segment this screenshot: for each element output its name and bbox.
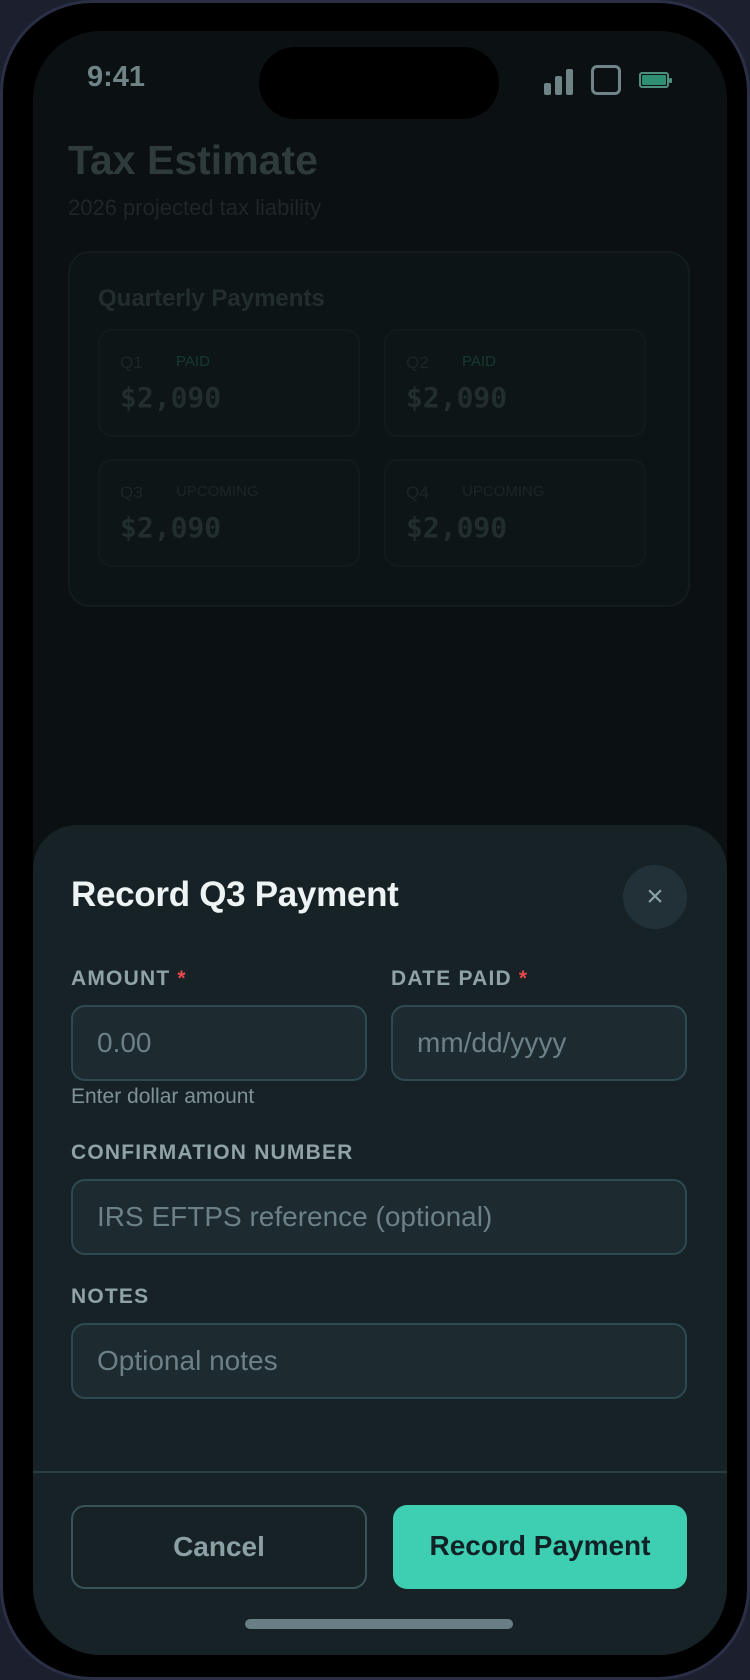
record-payment-sheet: Record Q3 Payment × AMOUNT * 0.00 Enter … — [33, 825, 727, 1655]
page-subtitle: 2026 projected tax liability — [68, 195, 322, 220]
status-badge: UPCOMING — [176, 483, 259, 500]
signal-icon — [544, 67, 573, 95]
quarter-amount: $2,090 — [406, 511, 508, 544]
quarter-label: Q1 — [120, 353, 143, 372]
quarter-tile-q2: Q2 PAID $2,090 — [384, 329, 646, 437]
quarter-amount: $2,090 — [120, 511, 222, 544]
date-paid-label: DATE PAID * — [391, 967, 528, 991]
close-icon: × — [646, 880, 664, 913]
confirmation-number-label: CONFIRMATION NUMBER — [71, 1141, 354, 1164]
cancel-button[interactable]: Cancel — [71, 1505, 367, 1589]
confirmation-number-input[interactable]: IRS EFTPS reference (optional) — [71, 1179, 687, 1255]
quarter-amount: $2,090 — [406, 381, 508, 414]
quarter-tile-q3: Q3 UPCOMING $2,090 — [98, 459, 360, 567]
required-marker: * — [518, 967, 529, 990]
required-marker: * — [177, 967, 187, 990]
home-indicator[interactable] — [245, 1619, 513, 1629]
amount-hint: Enter dollar amount — [71, 1085, 255, 1108]
quarter-tile-q4: Q4 UPCOMING $2,090 — [384, 459, 646, 567]
quarter-amount: $2,090 — [120, 381, 222, 414]
date-paid-label-text: DATE PAID — [391, 967, 512, 990]
date-paid-input[interactable]: mm/dd/yyyy — [391, 1005, 687, 1081]
device-frame: Tax Estimate 2026 projected tax liabilit… — [0, 0, 750, 1680]
wifi-icon — [591, 65, 621, 95]
status-badge: PAID — [176, 353, 210, 370]
status-time: 9:41 — [87, 61, 146, 93]
record-payment-button[interactable]: Record Payment — [393, 1505, 687, 1589]
screen: Tax Estimate 2026 projected tax liabilit… — [33, 31, 727, 1655]
quarter-label: Q4 — [406, 483, 429, 502]
status-badge: UPCOMING — [462, 483, 545, 500]
amount-label-text: AMOUNT — [71, 967, 171, 990]
quarter-label: Q3 — [120, 483, 143, 502]
dynamic-island — [259, 47, 499, 119]
page-title: Tax Estimate — [68, 137, 318, 183]
battery-icon — [639, 72, 672, 88]
close-button[interactable]: × — [623, 865, 687, 929]
quarter-label: Q2 — [406, 353, 429, 372]
footer-divider — [33, 1471, 727, 1473]
amount-input[interactable]: 0.00 — [71, 1005, 367, 1081]
sheet-title: Record Q3 Payment — [71, 875, 399, 914]
quarterly-payments-card: Quarterly Payments Q1 PAID $2,090 Q2 PAI… — [68, 251, 690, 607]
status-icons — [544, 65, 672, 95]
notes-input[interactable]: Optional notes — [71, 1323, 687, 1399]
card-title: Quarterly Payments — [98, 285, 325, 312]
status-badge: PAID — [462, 353, 496, 370]
notes-label: NOTES — [71, 1285, 150, 1308]
amount-label: AMOUNT * — [71, 967, 187, 991]
quarter-tile-q1: Q1 PAID $2,090 — [98, 329, 360, 437]
